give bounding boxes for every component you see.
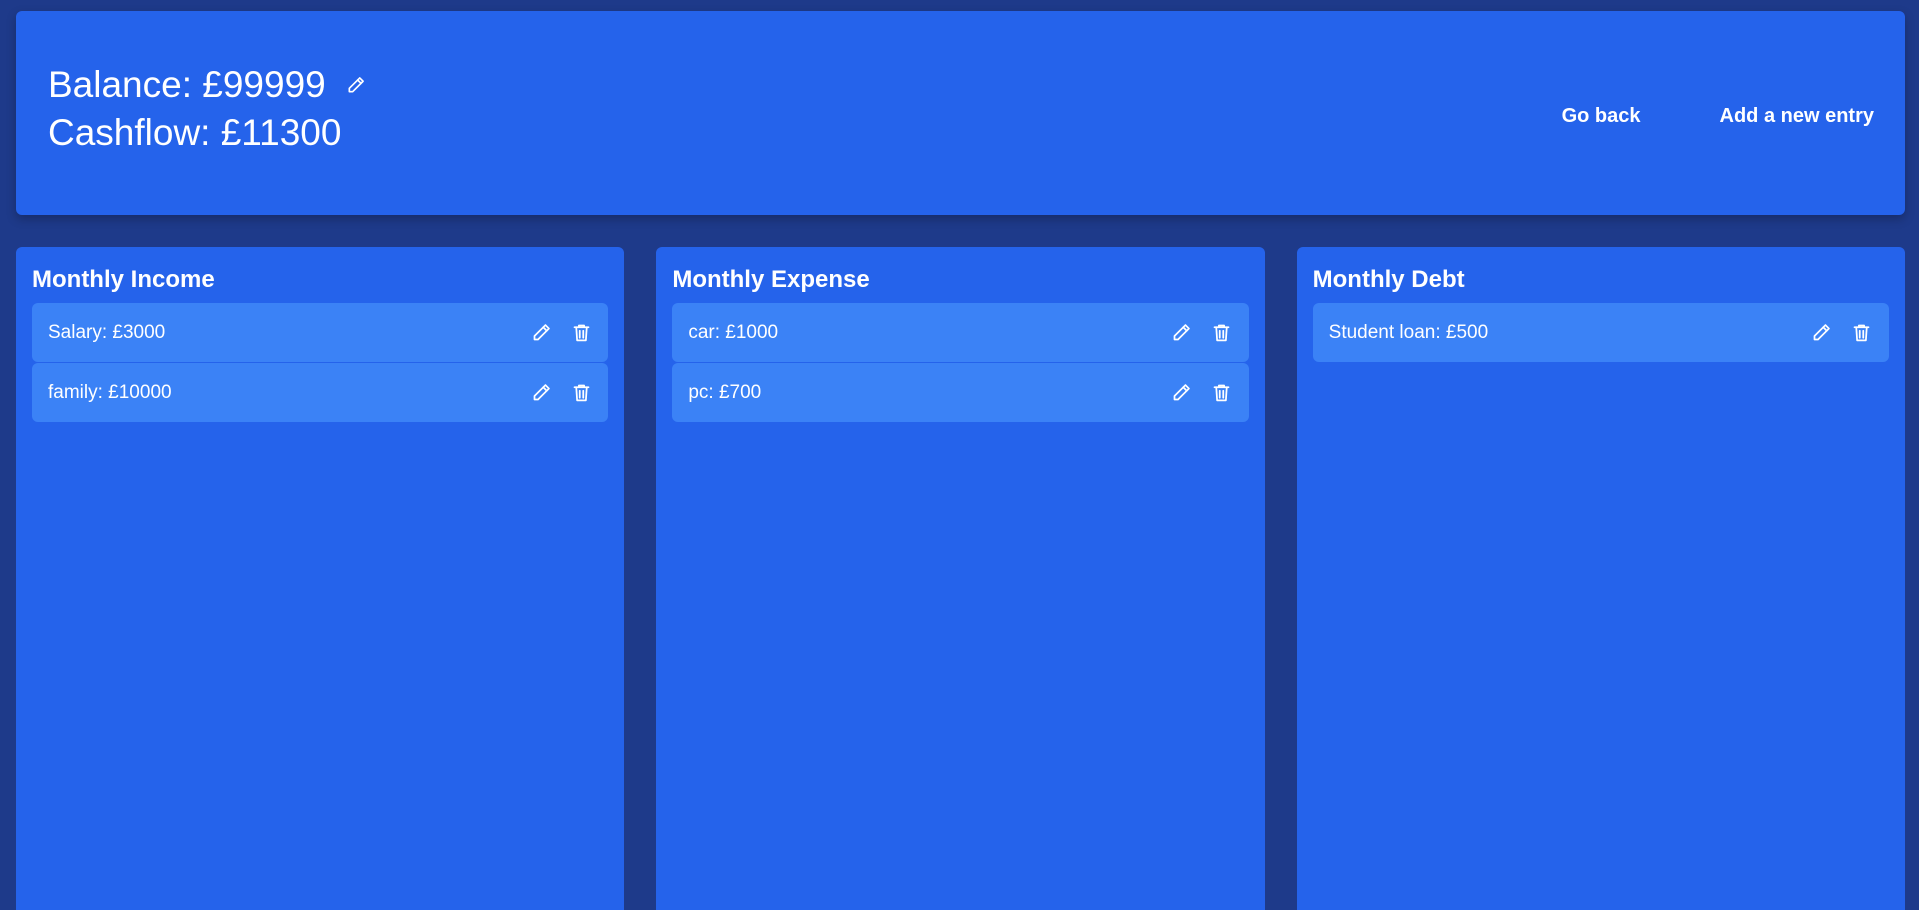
expense-entry: pc: £700 bbox=[672, 363, 1249, 422]
income-entry-label: family: £10000 bbox=[48, 381, 172, 403]
add-new-entry-button[interactable]: Add a new entry bbox=[1720, 99, 1874, 134]
income-column: Monthly Income Salary: £3000 family: £10… bbox=[16, 247, 625, 910]
expense-column-title: Monthly Expense bbox=[672, 266, 870, 293]
entry-actions bbox=[1811, 322, 1873, 344]
cashflow-row: Cashflow: £11300 bbox=[48, 109, 368, 157]
debt-entry: Student loan: £500 bbox=[1312, 303, 1889, 362]
debt-entry-label: Student loan: £500 bbox=[1328, 321, 1489, 343]
balance-row: Balance: £99999 bbox=[48, 61, 368, 109]
entry-actions bbox=[530, 382, 592, 404]
delete-trash-icon[interactable] bbox=[570, 322, 592, 344]
delete-trash-icon[interactable] bbox=[1211, 322, 1233, 344]
edit-balance-pencil-icon[interactable] bbox=[344, 73, 368, 97]
balance-block: Balance: £99999 Cashflow: £11300 bbox=[48, 61, 368, 157]
income-entry: Salary: £3000 bbox=[32, 303, 609, 362]
go-back-button[interactable]: Go back bbox=[1562, 99, 1641, 134]
edit-pencil-icon[interactable] bbox=[1171, 382, 1193, 404]
delete-trash-icon[interactable] bbox=[570, 382, 592, 404]
edit-pencil-icon[interactable] bbox=[1811, 322, 1833, 344]
income-entry-label: Salary: £3000 bbox=[48, 321, 166, 343]
edit-pencil-icon[interactable] bbox=[1171, 322, 1193, 344]
expense-column: Monthly Expense car: £1000 pc: £700 bbox=[656, 247, 1265, 910]
income-entry: family: £10000 bbox=[32, 363, 609, 422]
expense-entry-label: pc: £700 bbox=[688, 381, 762, 403]
category-columns: Monthly Income Salary: £3000 family: £10… bbox=[16, 247, 1905, 910]
header-actions: Go back Add a new entry bbox=[1562, 99, 1874, 134]
edit-pencil-icon[interactable] bbox=[530, 322, 552, 344]
edit-pencil-icon[interactable] bbox=[530, 382, 552, 404]
expense-entry: car: £1000 bbox=[672, 303, 1249, 362]
delete-trash-icon[interactable] bbox=[1851, 322, 1873, 344]
income-column-title: Monthly Income bbox=[32, 266, 215, 293]
balance-text: Balance: £99999 bbox=[48, 64, 326, 105]
delete-trash-icon[interactable] bbox=[1211, 382, 1233, 404]
summary-header: Balance: £99999 Cashflow: £11300 Go back… bbox=[16, 11, 1905, 215]
entry-actions bbox=[1171, 382, 1233, 404]
entry-actions bbox=[530, 322, 592, 344]
debt-column-title: Monthly Debt bbox=[1312, 266, 1465, 293]
entry-actions bbox=[1171, 322, 1233, 344]
debt-column: Monthly Debt Student loan: £500 bbox=[1296, 247, 1905, 910]
expense-entry-label: car: £1000 bbox=[688, 321, 779, 343]
cashflow-text: Cashflow: £11300 bbox=[48, 112, 342, 153]
